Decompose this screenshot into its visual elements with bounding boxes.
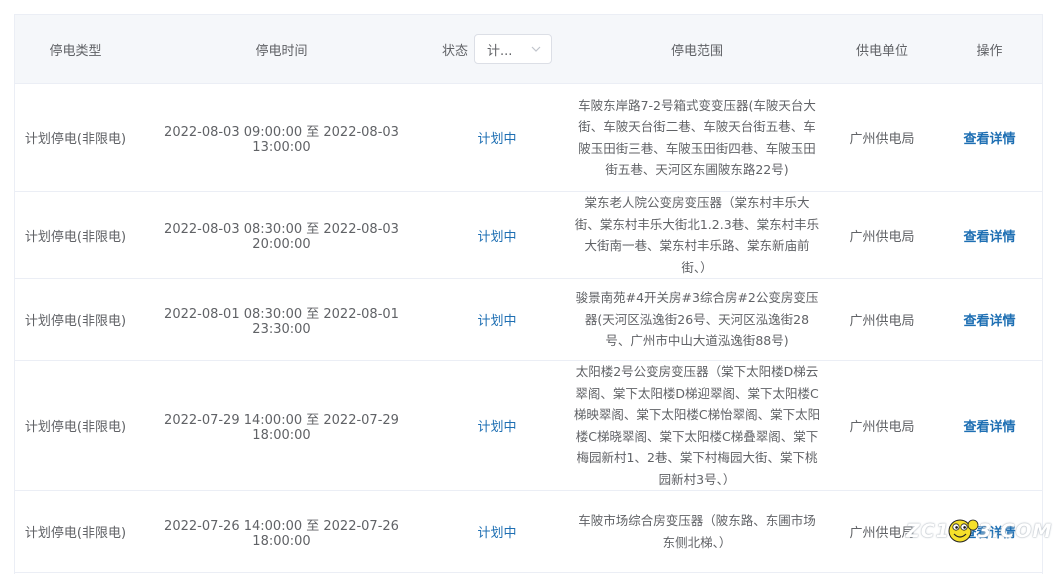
view-details-link[interactable]: 查看详情 bbox=[963, 230, 1015, 245]
cell-power-unit: 广州供电局 bbox=[827, 278, 937, 361]
table-row: 计划停电(非限电) 2022-08-03 09:00:00 至 2022-08-… bbox=[15, 83, 1042, 192]
cell-action: 查看详情 bbox=[937, 191, 1042, 279]
cell-outage-type: 计划停电(非限电) bbox=[15, 83, 136, 192]
header-outage-range: 停电范围 bbox=[567, 15, 827, 84]
cell-outage-range: 棠东老人院公变房变压器（棠东村丰乐大街、棠东村丰乐大街北1.2.3巷、棠东村丰乐… bbox=[567, 191, 827, 279]
cell-outage-time: 2022-08-03 09:00:00 至 2022-08-03 13:00:0… bbox=[136, 83, 427, 192]
cell-status: 计划中 bbox=[427, 490, 567, 573]
view-details-link[interactable]: 查看详情 bbox=[963, 132, 1015, 147]
watermark-text-right: 3.COM bbox=[977, 520, 1053, 542]
table-row: 计划停电(非限电) 2022-07-26 14:00:00 至 2022-07-… bbox=[15, 490, 1042, 573]
watermark-logo: ZC1 3.COM bbox=[906, 516, 1052, 546]
table-header-row: 停电类型 停电时间 状态 计... 停电范围 供电单位 操作 bbox=[15, 15, 1042, 84]
table-row: 计划停电(非限电) 2022-08-03 08:30:00 至 2022-08-… bbox=[15, 191, 1042, 279]
cell-outage-time: 2022-08-01 08:30:00 至 2022-08-01 23:30:0… bbox=[136, 278, 427, 361]
cell-outage-type: 计划停电(非限电) bbox=[15, 490, 136, 573]
chevron-down-icon bbox=[531, 46, 541, 52]
header-status: 状态 计... bbox=[427, 15, 567, 84]
status-header-label: 状态 bbox=[441, 43, 468, 59]
cell-action: 查看详情 bbox=[937, 278, 1042, 361]
cell-status: 计划中 bbox=[427, 360, 567, 491]
smiley-face-icon bbox=[948, 519, 979, 543]
view-details-link[interactable]: 查看详情 bbox=[963, 420, 1015, 435]
status-link[interactable]: 计划中 bbox=[477, 230, 516, 245]
cell-outage-range: 车陂市场综合房变压器（陂东路、东圃市场东侧北梯、） bbox=[567, 490, 827, 573]
cell-outage-type: 计划停电(非限电) bbox=[15, 278, 136, 361]
view-details-link[interactable]: 查看详情 bbox=[963, 314, 1015, 329]
cell-power-unit: 广州供电局 bbox=[827, 83, 937, 192]
status-link[interactable]: 计划中 bbox=[477, 314, 516, 329]
cell-status: 计划中 bbox=[427, 83, 567, 192]
cell-outage-range: 骏景南苑#4开关房#3综合房#2公变房变压器(天河区泓逸街26号、天河区泓逸街2… bbox=[567, 278, 827, 361]
cell-outage-range: 太阳楼2号公变房变压器（棠下太阳楼D梯云翠阁、棠下太阳楼D梯迎翠阁、棠下太阳楼C… bbox=[567, 360, 827, 491]
status-filter-value: 计... bbox=[487, 43, 513, 59]
status-filter-select[interactable]: 计... bbox=[474, 34, 552, 64]
cell-outage-time: 2022-07-29 14:00:00 至 2022-07-29 18:00:0… bbox=[136, 360, 427, 491]
header-outage-time: 停电时间 bbox=[136, 15, 427, 84]
outage-table-container: 停电类型 停电时间 状态 计... 停电范围 供电单位 操作 计划停电(非限电)… bbox=[14, 14, 1043, 574]
cell-outage-type: 计划停电(非限电) bbox=[15, 191, 136, 279]
outage-table: 停电类型 停电时间 状态 计... 停电范围 供电单位 操作 计划停电(非限电)… bbox=[15, 15, 1042, 573]
cell-action: 查看详情 bbox=[937, 83, 1042, 192]
cell-outage-time: 2022-08-03 08:30:00 至 2022-08-03 20:00:0… bbox=[136, 191, 427, 279]
cell-status: 计划中 bbox=[427, 191, 567, 279]
header-action: 操作 bbox=[937, 15, 1042, 84]
cell-power-unit: 广州供电局 bbox=[827, 360, 937, 491]
status-link[interactable]: 计划中 bbox=[477, 132, 516, 147]
status-link[interactable]: 计划中 bbox=[477, 420, 516, 435]
table-row: 计划停电(非限电) 2022-08-01 08:30:00 至 2022-08-… bbox=[15, 278, 1042, 361]
table-row: 计划停电(非限电) 2022-07-29 14:00:00 至 2022-07-… bbox=[15, 360, 1042, 491]
cell-power-unit: 广州供电局 bbox=[827, 191, 937, 279]
header-power-unit: 供电单位 bbox=[827, 15, 937, 84]
cell-outage-time: 2022-07-26 14:00:00 至 2022-07-26 18:00:0… bbox=[136, 490, 427, 573]
status-link[interactable]: 计划中 bbox=[477, 526, 516, 541]
cell-status: 计划中 bbox=[427, 278, 567, 361]
cell-outage-type: 计划停电(非限电) bbox=[15, 360, 136, 491]
cell-outage-range: 车陂东岸路7-2号箱式变变压器(车陂天台大街、车陂天台街二巷、车陂天台街五巷、车… bbox=[567, 83, 827, 192]
watermark-text-left: ZC1 bbox=[906, 520, 950, 542]
cell-action: 查看详情 bbox=[937, 360, 1042, 491]
header-outage-type: 停电类型 bbox=[15, 15, 136, 84]
